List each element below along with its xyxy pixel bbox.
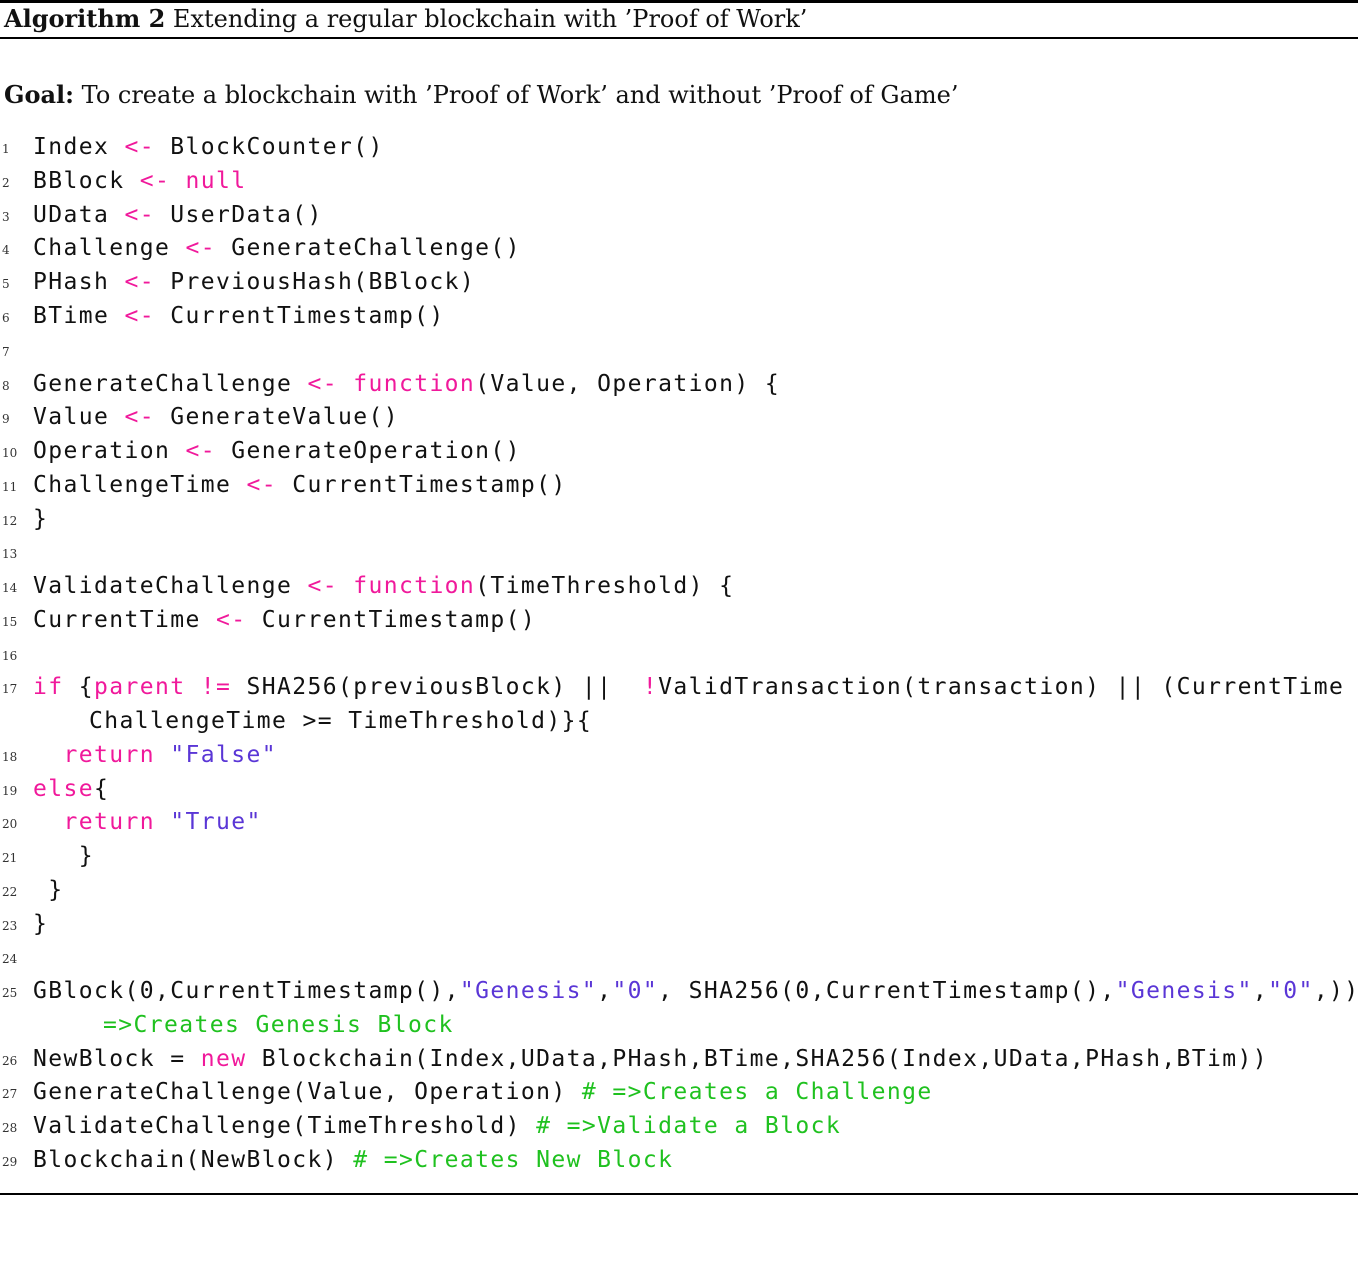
code-line: 8 GenerateChallenge <- function(Value, O… bbox=[0, 367, 779, 401]
code-line: 27 GenerateChallenge(Value, Operation) #… bbox=[0, 1075, 931, 1109]
algorithm-title: Extending a regular blockchain with ’Pro… bbox=[172, 5, 808, 33]
code-line: 23 } bbox=[0, 907, 47, 941]
code-line: 25 GBlock(0,CurrentTimestamp(),"Genesis"… bbox=[0, 974, 1358, 1008]
line-number: 21 bbox=[2, 851, 18, 865]
line-number: 25 bbox=[2, 986, 18, 1000]
algorithm-label: Algorithm 2 bbox=[4, 4, 166, 33]
line-number: 5 bbox=[2, 277, 10, 291]
line-number: 23 bbox=[2, 919, 18, 933]
code-line: 28 ValidateChallenge(TimeThreshold) # =>… bbox=[0, 1109, 840, 1143]
code-line: 26 NewBlock = new Blockchain(Index,UData… bbox=[0, 1042, 1267, 1076]
line-number: 14 bbox=[2, 581, 18, 595]
code-line: 9 Value <- GenerateValue() bbox=[0, 400, 398, 434]
goal-text: To create a blockchain with ’Proof of Wo… bbox=[81, 81, 959, 109]
code-line: 10 Operation <- GenerateOperation() bbox=[0, 434, 520, 468]
line-number: 2 bbox=[2, 176, 10, 190]
line-number: 9 bbox=[2, 412, 10, 426]
code-line: 24 bbox=[0, 940, 17, 974]
line-number: 26 bbox=[2, 1054, 18, 1068]
line-number: 10 bbox=[2, 446, 18, 460]
caption-rule bbox=[0, 37, 1358, 39]
code-line: 16 bbox=[0, 637, 17, 671]
goal-statement: Goal: To create a blockchain with ’Proof… bbox=[4, 78, 958, 112]
bottom-rule bbox=[0, 1193, 1358, 1195]
code-line: 19 else{ bbox=[0, 772, 108, 806]
line-number: 15 bbox=[2, 615, 18, 629]
code-line-continuation: ChallengeTime >= TimeThreshold)}{ bbox=[89, 708, 593, 734]
line-number: 28 bbox=[2, 1121, 18, 1135]
code-line: 2 BBlock <- null bbox=[0, 164, 245, 198]
code-line: 11 ChallengeTime <- CurrentTimestamp() bbox=[0, 468, 565, 502]
code-line: 15 CurrentTime <- CurrentTimestamp() bbox=[0, 603, 535, 637]
line-number: 27 bbox=[2, 1087, 18, 1101]
algorithm-caption: Algorithm 2 Extending a regular blockcha… bbox=[4, 2, 807, 36]
code-line: 22 } bbox=[0, 873, 62, 907]
line-number: 20 bbox=[2, 817, 18, 831]
line-number: 17 bbox=[2, 682, 18, 696]
code-line: 12 } bbox=[0, 502, 47, 536]
line-number: 1 bbox=[2, 142, 10, 156]
code-line: 5 PHash <- PreviousHash(BBlock) bbox=[0, 265, 474, 299]
line-number: 6 bbox=[2, 311, 10, 325]
code-line: 17 if {parent != SHA256(previousBlock) |… bbox=[0, 670, 1343, 704]
line-number: 11 bbox=[2, 480, 18, 494]
code-line: 4 Challenge <- GenerateChallenge() bbox=[0, 231, 520, 265]
code-line: 29 Blockchain(NewBlock) # =>Creates New … bbox=[0, 1143, 672, 1177]
code-line: 13 bbox=[0, 535, 17, 569]
code-line: 6 BTime <- CurrentTimestamp() bbox=[0, 299, 443, 333]
line-number: 13 bbox=[2, 547, 18, 561]
line-number: 3 bbox=[2, 210, 10, 224]
line-number: 19 bbox=[2, 784, 18, 798]
line-number: 18 bbox=[2, 750, 18, 764]
code-line: 7 bbox=[0, 333, 16, 367]
code-line: 14 ValidateChallenge <- function(TimeThr… bbox=[0, 569, 733, 603]
code-line: 18 return "False" bbox=[0, 738, 276, 772]
goal-label: Goal: bbox=[4, 80, 75, 109]
line-number: 7 bbox=[2, 345, 10, 359]
line-number: 24 bbox=[2, 952, 18, 966]
line-number: 4 bbox=[2, 243, 10, 257]
line-number: 29 bbox=[2, 1155, 18, 1169]
code-line: 20 return "True" bbox=[0, 805, 260, 839]
code-line-continuation: =>Creates Genesis Block bbox=[103, 1012, 454, 1038]
line-number: 16 bbox=[2, 649, 18, 663]
code-line: 21 } bbox=[0, 839, 93, 873]
line-number: 22 bbox=[2, 885, 18, 899]
line-number: 12 bbox=[2, 514, 18, 528]
line-number: 8 bbox=[2, 379, 10, 393]
code-line: 1 Index <- BlockCounter() bbox=[0, 130, 382, 164]
code-line: 3 UData <- UserData() bbox=[0, 198, 321, 232]
